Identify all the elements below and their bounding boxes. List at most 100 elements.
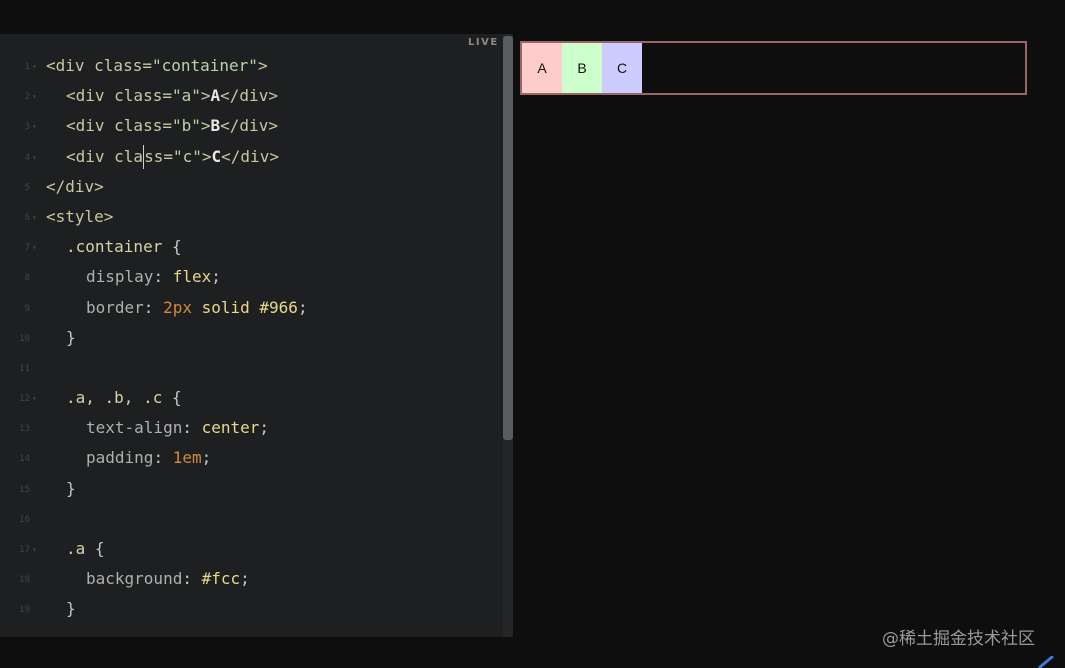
token: } bbox=[66, 599, 76, 619]
token: : bbox=[153, 267, 173, 287]
code-line[interactable]: 13 text-align: center; bbox=[0, 416, 500, 446]
token: padding bbox=[86, 448, 154, 468]
line-number: 11 bbox=[19, 363, 30, 374]
token: ; bbox=[211, 267, 221, 287]
token: > bbox=[200, 86, 211, 106]
code-editor[interactable]: 1 ▾ <div class="container"> 2 ▾ <div cla… bbox=[0, 34, 513, 637]
code-line[interactable]: 1 ▾ <div class="container"> bbox=[0, 54, 500, 84]
token: <style> bbox=[46, 206, 114, 226]
line-number: 3 bbox=[24, 122, 30, 133]
editor-scrollbar-thumb[interactable] bbox=[503, 36, 513, 440]
token: B bbox=[210, 116, 221, 136]
code-line[interactable]: 18 background: #fcc; bbox=[0, 567, 500, 597]
token: <div bbox=[66, 86, 105, 106]
token: : bbox=[143, 297, 164, 317]
line-number: 8 bbox=[24, 273, 30, 284]
token: </div> bbox=[46, 176, 104, 196]
token: <div bbox=[66, 116, 105, 136]
code-line[interactable]: 19 } bbox=[0, 597, 500, 627]
line-number: 15 bbox=[19, 484, 30, 495]
code-line[interactable]: 14 padding: 1em; bbox=[0, 446, 500, 476]
token: .container bbox=[66, 237, 163, 257]
fold-arrow-icon[interactable]: ▾ bbox=[32, 115, 37, 139]
app-window: 1 ▾ <div class="container"> 2 ▾ <div cla… bbox=[0, 0, 1065, 668]
token: } bbox=[66, 327, 76, 347]
token: .a bbox=[66, 539, 86, 558]
token: ; bbox=[259, 418, 270, 438]
code-line[interactable]: 17 ▾ .a { bbox=[0, 537, 500, 567]
token: A bbox=[210, 86, 221, 106]
fold-arrow-icon[interactable]: ▾ bbox=[32, 236, 37, 260]
line-number: 2 bbox=[24, 92, 30, 103]
line-number: 4 bbox=[24, 152, 30, 163]
line-number: 6 bbox=[24, 212, 30, 223]
token: "b" bbox=[171, 116, 201, 136]
token: 1em bbox=[172, 448, 202, 468]
code-line[interactable]: 7 ▾ .container { bbox=[0, 235, 500, 265]
token: ; bbox=[297, 297, 308, 317]
token: .a, .b, .c bbox=[66, 388, 163, 408]
line-number: 13 bbox=[19, 424, 30, 435]
token: > bbox=[257, 56, 268, 75]
line-number: 7 bbox=[24, 243, 30, 254]
token: class= bbox=[84, 56, 152, 75]
token: > bbox=[201, 146, 212, 166]
code-line[interactable]: 15 } bbox=[0, 477, 500, 507]
code-line[interactable]: 6 ▾ <style> bbox=[0, 205, 500, 235]
token: ; bbox=[240, 569, 250, 589]
code-line[interactable]: 8 display: flex; bbox=[0, 265, 500, 295]
token: </div> bbox=[221, 146, 279, 166]
token: ; bbox=[201, 448, 212, 468]
token: text-align bbox=[86, 418, 183, 438]
token: : bbox=[182, 569, 202, 589]
token: class= bbox=[104, 116, 172, 136]
code-line[interactable]: 12 ▾ .a, .b, .c { bbox=[0, 386, 500, 416]
preview-box-b: B bbox=[562, 43, 602, 93]
token: ss= bbox=[144, 146, 173, 166]
token: </div> bbox=[220, 116, 278, 136]
code-line[interactable]: 5 </div> bbox=[0, 175, 500, 205]
line-number: 17 bbox=[19, 545, 30, 555]
line-number: 9 bbox=[24, 303, 30, 314]
line-number: 10 bbox=[19, 333, 30, 344]
fold-arrow-icon[interactable]: ▾ bbox=[32, 206, 37, 230]
code-line[interactable]: 10 } bbox=[0, 326, 500, 356]
token: display bbox=[86, 267, 154, 287]
code-line[interactable]: 4 ▾ <div class="c">C</div> bbox=[0, 145, 500, 175]
line-number: 1 bbox=[24, 62, 30, 72]
fold-arrow-icon[interactable]: ▾ bbox=[32, 55, 37, 79]
token: } bbox=[66, 478, 76, 498]
watermark: @稀土掘金技术社区 bbox=[882, 629, 1035, 649]
token: cla bbox=[104, 146, 144, 166]
token: class= bbox=[104, 86, 172, 106]
pen-icon[interactable] bbox=[1038, 656, 1056, 668]
code-line[interactable]: 2 ▾ <div class="a">A</div> bbox=[0, 84, 500, 114]
line-number: 19 bbox=[19, 605, 30, 616]
token: solid #966 bbox=[191, 297, 298, 317]
token: "a" bbox=[171, 86, 201, 106]
code-line[interactable]: 16 bbox=[0, 507, 500, 537]
line-number: 5 bbox=[24, 182, 30, 193]
token: "container" bbox=[151, 56, 258, 75]
token: center bbox=[201, 418, 260, 438]
fold-arrow-icon[interactable]: ▾ bbox=[32, 538, 37, 562]
line-number: 16 bbox=[19, 514, 30, 525]
fold-arrow-icon[interactable]: ▾ bbox=[32, 387, 37, 411]
token: : bbox=[182, 418, 202, 438]
code-line[interactable]: 11 bbox=[0, 356, 500, 386]
token: <div bbox=[46, 56, 85, 75]
code-lines[interactable]: 1 ▾ <div class="container"> 2 ▾ <div cla… bbox=[0, 54, 500, 628]
fold-arrow-icon[interactable]: ▾ bbox=[32, 146, 37, 170]
fold-arrow-icon[interactable]: ▾ bbox=[32, 85, 37, 109]
code-line[interactable]: 9 border: 2px solid #966; bbox=[0, 296, 500, 326]
token: border bbox=[86, 297, 144, 317]
code-line[interactable]: 3 ▾ <div class="b">B</div> bbox=[0, 114, 500, 144]
token: { bbox=[85, 539, 105, 558]
token: flex bbox=[172, 267, 212, 287]
line-number: 12 bbox=[19, 394, 30, 405]
token: "c" bbox=[172, 146, 202, 166]
preview-box-c: C bbox=[602, 43, 642, 93]
token: background bbox=[86, 569, 183, 589]
preview-container: A B C bbox=[520, 41, 1027, 95]
token: > bbox=[200, 116, 211, 136]
